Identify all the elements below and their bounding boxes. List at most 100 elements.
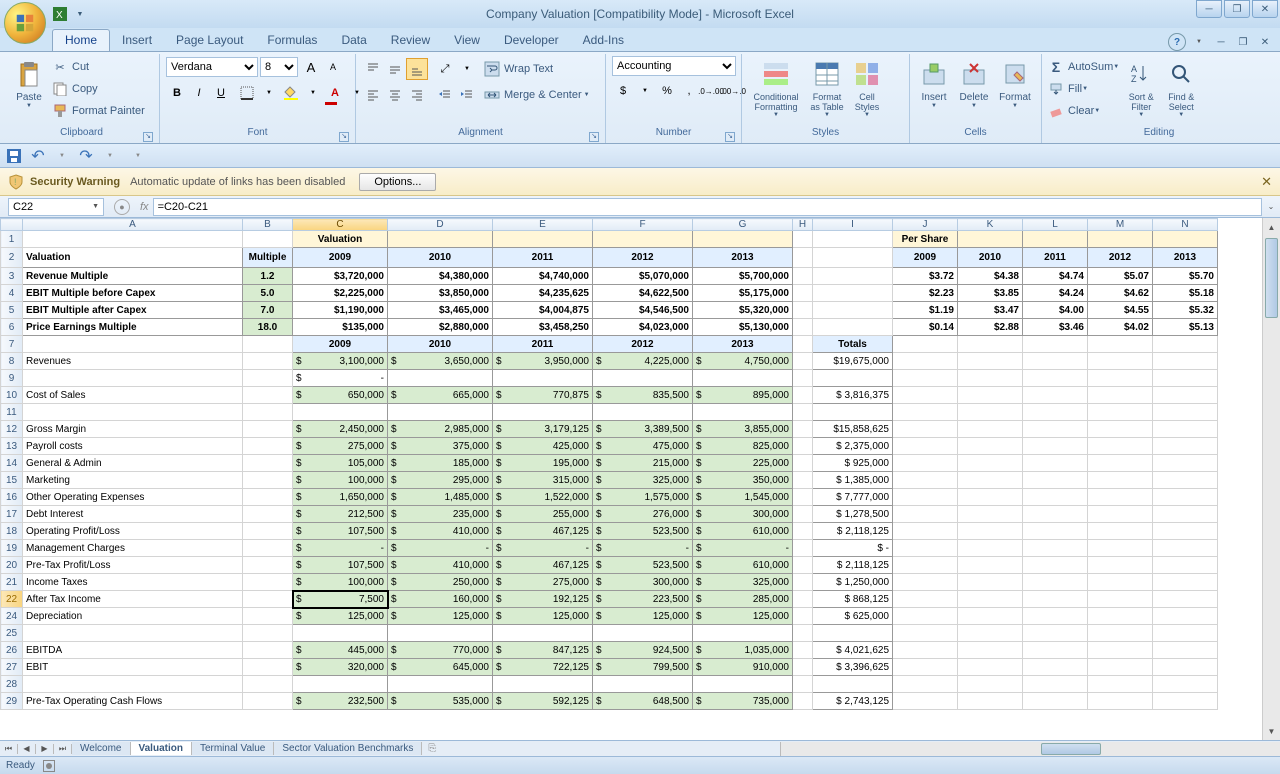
close-doc-button[interactable]: ✕ bbox=[1256, 33, 1274, 51]
first-sheet-icon[interactable]: ⏮ bbox=[0, 744, 18, 754]
cell-styles-button[interactable]: Cell Styles▼ bbox=[848, 56, 886, 120]
decrease-indent-button[interactable] bbox=[434, 84, 456, 106]
fill-button[interactable]: Fill ▼ bbox=[1046, 78, 1121, 100]
maximize-button[interactable]: ❐ bbox=[1224, 0, 1250, 18]
vertical-scrollbar[interactable]: ▲ ▼ bbox=[1262, 218, 1280, 740]
office-button[interactable] bbox=[4, 2, 46, 44]
align-center-button[interactable] bbox=[384, 84, 406, 106]
align-left-button[interactable] bbox=[362, 84, 384, 106]
format-as-table-button[interactable]: Format as Table▼ bbox=[806, 56, 848, 120]
table-row: 15Marketing$100,000$295,000$315,000$325,… bbox=[1, 472, 1218, 489]
sort-filter-button[interactable]: AZSort & Filter▼ bbox=[1121, 56, 1161, 120]
align-top-button[interactable] bbox=[362, 58, 384, 80]
font-color-button[interactable]: A bbox=[324, 82, 346, 104]
close-button[interactable]: ✕ bbox=[1252, 0, 1278, 18]
conditional-formatting-button[interactable]: Conditional Formatting▼ bbox=[746, 56, 806, 120]
formula-input[interactable]: =C20-C21 bbox=[153, 198, 1262, 216]
copy-button[interactable]: Copy bbox=[50, 78, 147, 100]
comma-button[interactable]: , bbox=[678, 80, 700, 102]
group-clipboard: Paste▼ ✂Cut Copy Format Painter Clipboar… bbox=[4, 54, 160, 143]
ribbon-tab-data[interactable]: Data bbox=[329, 30, 378, 51]
cancel-formula-icon[interactable]: ● bbox=[114, 199, 130, 215]
sheet-tab-sector-valuation-benchmarks[interactable]: Sector Valuation Benchmarks bbox=[274, 742, 422, 755]
prev-sheet-icon[interactable]: ◀ bbox=[18, 744, 36, 754]
last-sheet-icon[interactable]: ⏭ bbox=[54, 744, 72, 754]
expand-formula-icon[interactable]: ⌄ bbox=[1262, 202, 1280, 211]
new-sheet-icon[interactable]: ⎘ bbox=[422, 743, 442, 754]
italic-button[interactable]: I bbox=[188, 82, 210, 104]
autosum-button[interactable]: ΣAutoSum ▼ bbox=[1046, 56, 1121, 78]
ribbon-tab-view[interactable]: View bbox=[442, 30, 492, 51]
minimize-doc-button[interactable]: ─ bbox=[1212, 33, 1230, 51]
ribbon: Paste▼ ✂Cut Copy Format Painter Clipboar… bbox=[0, 52, 1280, 144]
increase-indent-button[interactable] bbox=[456, 84, 478, 106]
delete-cells-button[interactable]: Delete▼ bbox=[954, 56, 994, 111]
restore-doc-button[interactable]: ❐ bbox=[1234, 33, 1252, 51]
macro-record-icon[interactable] bbox=[43, 760, 55, 772]
bold-button[interactable]: B bbox=[166, 82, 188, 104]
align-middle-button[interactable] bbox=[384, 58, 406, 80]
ribbon-tab-home[interactable]: Home bbox=[52, 29, 110, 51]
row-label: Pre-Tax Operating Cash Flows bbox=[23, 693, 243, 710]
ribbon-tab-developer[interactable]: Developer bbox=[492, 30, 571, 51]
accounting-format-button[interactable]: $ bbox=[612, 80, 634, 102]
ribbon-tab-review[interactable]: Review bbox=[379, 30, 442, 51]
increase-decimal-button[interactable]: .0→.00 bbox=[700, 80, 722, 102]
ribbon-tab-add-ins[interactable]: Add-Ins bbox=[571, 30, 636, 51]
row-label: Cost of Sales bbox=[23, 387, 243, 404]
format-cells-button[interactable]: Format▼ bbox=[994, 56, 1036, 111]
align-right-button[interactable] bbox=[406, 84, 428, 106]
percent-button[interactable]: % bbox=[656, 80, 678, 102]
undo-icon[interactable]: ↶ bbox=[30, 148, 46, 164]
clipboard-dialog-icon[interactable]: ↘ bbox=[143, 132, 153, 142]
clear-button[interactable]: Clear ▼ bbox=[1046, 100, 1121, 122]
help-icon[interactable]: ? bbox=[1168, 33, 1186, 51]
sheet-tab-valuation[interactable]: Valuation bbox=[131, 742, 192, 755]
paste-button[interactable]: Paste▼ bbox=[8, 56, 50, 111]
ribbon-tab-insert[interactable]: Insert bbox=[110, 30, 164, 51]
font-dialog-icon[interactable]: ↘ bbox=[339, 132, 349, 142]
fill-color-button[interactable] bbox=[280, 82, 302, 104]
merge-center-button[interactable]: Merge & Center ▼ bbox=[482, 84, 592, 106]
find-select-button[interactable]: Find & Select▼ bbox=[1161, 56, 1201, 120]
fx-icon[interactable]: fx bbox=[140, 201, 149, 213]
table-row: 17Debt Interest$212,500$235,000$255,000$… bbox=[1, 506, 1218, 523]
horizontal-scrollbar[interactable] bbox=[780, 742, 1280, 756]
insert-cells-button[interactable]: Insert▼ bbox=[914, 56, 954, 111]
wrap-text-button[interactable]: Wrap Text bbox=[482, 58, 592, 80]
alignment-dialog-icon[interactable]: ↘ bbox=[589, 132, 599, 142]
minimize-button[interactable]: ─ bbox=[1196, 0, 1222, 18]
grow-font-button[interactable]: A bbox=[300, 56, 322, 78]
number-format-select[interactable]: Accounting bbox=[612, 56, 736, 76]
save-icon[interactable] bbox=[6, 148, 22, 164]
sheet-tab-welcome[interactable]: Welcome bbox=[72, 742, 131, 755]
format-painter-button[interactable]: Format Painter bbox=[50, 100, 147, 122]
orientation-button[interactable]: ⤢ bbox=[434, 58, 456, 80]
svg-text:Z: Z bbox=[1131, 74, 1137, 84]
table-row: 8Revenues$3,100,000$3,650,000$3,950,000$… bbox=[1, 353, 1218, 370]
sheet-tab-terminal-value[interactable]: Terminal Value bbox=[192, 742, 274, 755]
font-size-select[interactable]: 8 bbox=[260, 57, 298, 77]
underline-button[interactable]: U bbox=[210, 82, 232, 104]
border-button[interactable] bbox=[236, 82, 258, 104]
security-options-button[interactable]: Options... bbox=[359, 173, 436, 191]
quick-access-toolbar: X ▼ bbox=[52, 6, 88, 22]
redo-icon[interactable]: ↷ bbox=[78, 148, 94, 164]
qat-dropdown-icon[interactable]: ▼ bbox=[72, 6, 88, 22]
align-bottom-button[interactable] bbox=[406, 58, 428, 80]
number-dialog-icon[interactable]: ↘ bbox=[725, 132, 735, 142]
name-box[interactable]: C22▼ bbox=[8, 198, 104, 216]
sheet-tabs: ⏮ ◀ ▶ ⏭ WelcomeValuationTerminal ValueSe… bbox=[0, 740, 1280, 756]
next-sheet-icon[interactable]: ▶ bbox=[36, 744, 54, 754]
shrink-font-button[interactable]: A bbox=[322, 56, 344, 78]
decrease-decimal-button[interactable]: .00→.0 bbox=[722, 80, 744, 102]
ribbon-tab-formulas[interactable]: Formulas bbox=[255, 30, 329, 51]
table-row: 13Payroll costs$275,000$375,000$425,000$… bbox=[1, 438, 1218, 455]
table-row: 29Pre-Tax Operating Cash Flows$232,500$5… bbox=[1, 693, 1218, 710]
cut-button[interactable]: ✂Cut bbox=[50, 56, 147, 78]
font-name-select[interactable]: Verdana bbox=[166, 57, 258, 77]
svg-text:A: A bbox=[1131, 64, 1137, 74]
security-close-icon[interactable]: ✕ bbox=[1261, 174, 1272, 190]
ribbon-tab-page-layout[interactable]: Page Layout bbox=[164, 30, 255, 51]
spreadsheet-grid[interactable]: ABCDEFGHIJKLMN1ValuationPer Share2Valuat… bbox=[0, 218, 1262, 740]
